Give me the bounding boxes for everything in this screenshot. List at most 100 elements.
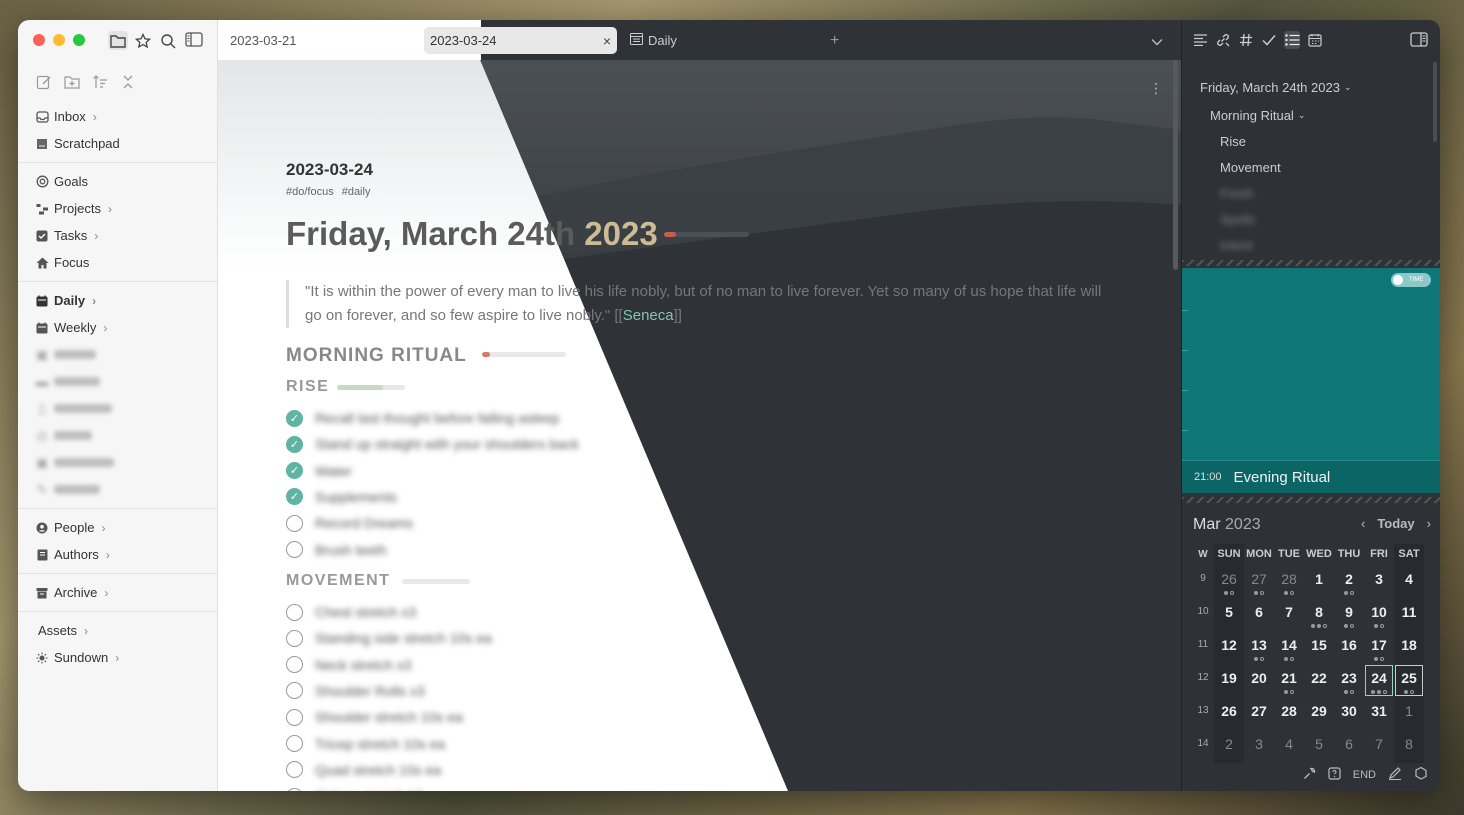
search-icon[interactable] (158, 31, 178, 50)
unchecked-circle-icon[interactable] (286, 682, 303, 700)
calendar-day[interactable]: 4 (1394, 565, 1424, 598)
unchecked-circle-icon[interactable] (286, 761, 303, 779)
minimize-window-button[interactable] (53, 34, 65, 46)
timeline-event[interactable]: 21:00 Evening Ritual (1182, 460, 1440, 493)
calendar-day[interactable]: 1 (1304, 565, 1334, 598)
calendar-day[interactable]: 26 (1214, 565, 1244, 598)
sidebar-item-blurred[interactable]: ▣ (18, 449, 217, 476)
calendar-day[interactable]: 24 (1364, 664, 1394, 697)
task-item[interactable]: Standing side stretch 10s ea (286, 627, 492, 649)
chevron-down-icon[interactable] (1151, 33, 1163, 51)
sidebar-item-sundown[interactable]: Sundown › (18, 644, 217, 671)
sidebar-item-blurred[interactable]: ▬ (18, 368, 217, 395)
sidebar-item-blurred[interactable]: ✎ (18, 476, 217, 503)
sidebar-item-authors[interactable]: Authors › (18, 541, 217, 568)
panel-divider[interactable] (1182, 260, 1440, 266)
backlinks-icon[interactable] (1215, 31, 1231, 49)
outline-item-movement[interactable]: Movement (1182, 154, 1440, 180)
calendar-day[interactable]: 30 (1334, 697, 1364, 730)
calendar-day[interactable]: 28 (1274, 565, 1304, 598)
outline-scrollbar[interactable] (1433, 62, 1437, 142)
star-icon[interactable] (133, 31, 153, 50)
folder-icon[interactable] (108, 31, 128, 50)
sidebar-item-projects[interactable]: Projects › (18, 195, 217, 222)
sidebar-item-focus[interactable]: Focus (18, 249, 217, 276)
unchecked-circle-icon[interactable] (286, 708, 303, 726)
calendar-day[interactable]: 28 (1274, 697, 1304, 730)
sidebar-item-blurred[interactable]: ◎ (18, 422, 217, 449)
quote-citation-link[interactable]: Seneca (623, 307, 674, 324)
sidebar-item-assets[interactable]: Assets › (18, 617, 217, 644)
sidebar-item-scratchpad[interactable]: Scratchpad (18, 130, 217, 157)
today-button[interactable]: Today (1377, 516, 1414, 531)
calendar-day[interactable]: 2 (1214, 730, 1244, 763)
outline-item-blurred[interactable]: Spells (1182, 206, 1440, 232)
checked-circle-icon[interactable]: ✓ (286, 462, 303, 480)
checked-circle-icon[interactable]: ✓ (286, 435, 303, 453)
new-note-icon[interactable] (34, 72, 54, 91)
outline-item-rise[interactable]: Rise (1182, 128, 1440, 154)
calendar-week-number[interactable]: 9 (1192, 565, 1214, 598)
wrench-icon[interactable] (1303, 767, 1316, 783)
calendar-day[interactable]: 21 (1274, 664, 1304, 697)
calendar-day[interactable]: 9 (1334, 598, 1364, 631)
calendar-day[interactable]: 6 (1334, 730, 1364, 763)
calendar-day[interactable]: 3 (1364, 565, 1394, 598)
calendar-day[interactable]: 27 (1244, 697, 1274, 730)
sidebar-item-daily[interactable]: Daily › (18, 287, 217, 314)
calendar-week-number[interactable]: 14 (1192, 730, 1214, 763)
task-item[interactable]: Shoulder stretch 10s ea (286, 706, 463, 728)
calendar-day[interactable]: 7 (1274, 598, 1304, 631)
time-toggle[interactable]: TIME (1391, 273, 1431, 287)
task-item[interactable]: Tricep stretch 10s ea (286, 733, 445, 755)
calendar-icon[interactable] (1307, 31, 1323, 49)
unchecked-circle-icon[interactable] (286, 514, 303, 532)
calendar-day[interactable]: 5 (1304, 730, 1334, 763)
calendar-day[interactable]: 1 (1394, 697, 1424, 730)
editor-pane[interactable]: ⋮ 2023-03-24 #do/focus #daily Friday, Ma… (218, 60, 1181, 791)
calendar-day[interactable]: 19 (1214, 664, 1244, 697)
calendar-day[interactable]: 3 (1244, 730, 1274, 763)
sync-icon[interactable] (1414, 766, 1428, 783)
calendar-day[interactable]: 25 (1394, 664, 1424, 697)
calendar-day[interactable]: 10 (1364, 598, 1394, 631)
task-item[interactable]: ✓ Stand up straight with your shoulders b… (286, 433, 579, 455)
editor-scrollbar[interactable] (1173, 60, 1178, 270)
calendar-day[interactable]: 29 (1304, 697, 1334, 730)
tab-2023-03-24[interactable]: 2023-03-24 × (424, 27, 617, 54)
close-tab-icon[interactable]: × (603, 33, 611, 49)
task-item[interactable]: ✓ Supplements (286, 486, 397, 508)
sidebar-item-people[interactable]: People › (18, 514, 217, 541)
unchecked-circle-icon[interactable] (286, 656, 303, 674)
task-item[interactable]: ✓ Recall last thought before falling asle… (286, 407, 559, 429)
align-left-icon[interactable] (1192, 31, 1208, 49)
sidebar-item-archive[interactable]: Archive › (18, 579, 217, 606)
unchecked-circle-icon[interactable] (286, 541, 303, 558)
outline-list-icon[interactable] (1284, 31, 1300, 49)
sidebar-item-blurred[interactable]: ▣ (18, 341, 217, 368)
outline-item-blurred[interactable]: Fresh (1182, 180, 1440, 206)
calendar-week-number[interactable]: 12 (1192, 664, 1214, 697)
sidebar-item-tasks[interactable]: Tasks › (18, 222, 217, 249)
calendar-day[interactable]: 31 (1364, 697, 1394, 730)
more-options-icon[interactable]: ⋮ (1149, 80, 1163, 97)
end-label[interactable]: END (1353, 769, 1376, 781)
task-item[interactable]: ✓ Water (286, 460, 352, 482)
checkmark-icon[interactable] (1261, 31, 1277, 49)
calendar-day[interactable]: 8 (1394, 730, 1424, 763)
chevron-right-icon[interactable]: › (1427, 516, 1431, 531)
sidebar-item-inbox[interactable]: Inbox › (18, 103, 217, 130)
calendar-day[interactable]: 14 (1274, 631, 1304, 664)
close-window-button[interactable] (33, 34, 45, 46)
unchecked-circle-icon[interactable] (286, 787, 303, 791)
edit-icon[interactable] (1388, 766, 1402, 783)
toggle-right-panel-icon[interactable] (1410, 32, 1428, 52)
calendar-day[interactable]: 4 (1274, 730, 1304, 763)
tag[interactable]: #daily (342, 186, 371, 198)
tab-daily[interactable]: Daily (624, 27, 804, 54)
collapse-all-icon[interactable] (118, 72, 138, 91)
task-item[interactable]: Shoulder Rolls x3 (286, 680, 425, 702)
calendar-week-number[interactable]: 13 (1192, 697, 1214, 730)
calendar-day[interactable]: 16 (1334, 631, 1364, 664)
calendar-day[interactable]: 22 (1304, 664, 1334, 697)
